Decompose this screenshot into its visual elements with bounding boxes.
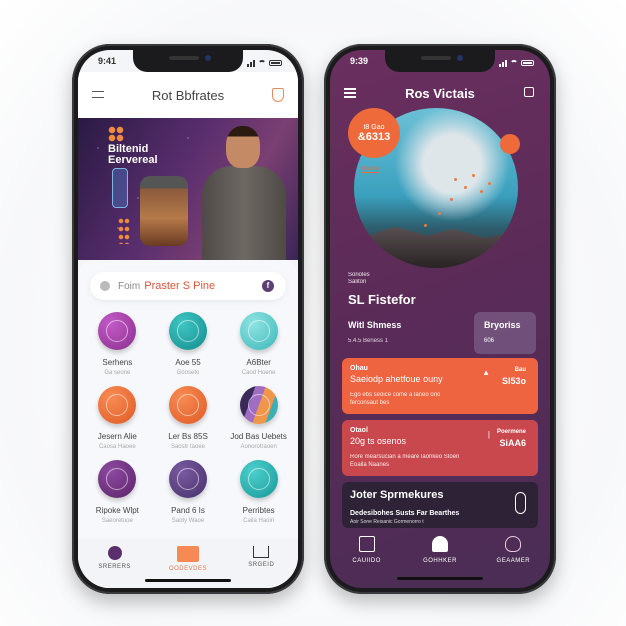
phone-icon [107,546,122,560]
shield-icon[interactable] [272,88,284,102]
arrow-up-icon: ▲ [482,368,490,377]
battery-icon [521,60,534,66]
battery-icon [269,60,282,66]
offer-card[interactable]: Otaol 20g ts osenos Rore mearsucian a me… [342,420,538,476]
hamburger-icon[interactable] [344,88,356,98]
hero-title: Biltenid Eervereal [108,143,158,166]
grid-item[interactable]: Aoe 55 Gooseto [153,312,224,376]
section-title: SL Fistefor [348,292,416,307]
house-icon [431,536,448,552]
page-title: Ros Victais [405,85,475,101]
grid-item[interactable]: Perribtes Caila Haoin [223,460,294,524]
sofa-icon [253,546,270,558]
right-phone: 9:39 Ros Victais Dooraly t8 Gao &6313 So… [324,44,556,594]
jar-image [140,176,188,246]
heart-icon [505,536,522,552]
lock-icon[interactable] [515,492,526,514]
disc-icon [98,312,137,350]
stat-left: Witl Shmess 5.4.5 Beness 1 [348,320,402,344]
search-bar[interactable]: Foim Praster S Pine f [90,272,286,300]
grid-item[interactable]: Pand 6 Is Saoty Waoe [153,460,224,524]
app-header: Rot Bbfrates [78,72,298,118]
disc-icon [239,312,278,350]
bottle-icon [112,168,128,208]
app-header: Ros Victais [330,78,550,108]
wifi-icon [510,60,518,66]
badge-icon [168,312,207,350]
tab-gohhker[interactable]: GOHHKER [410,536,470,588]
logo-dots-icon [108,126,124,142]
signal-icon [247,59,255,67]
search-value[interactable]: Praster S Pine [144,280,215,292]
category-grid: Serhens Ga seone Aoe 55 Gooseto A6Bter Caod… [82,312,294,524]
search-label: Foim [118,280,141,292]
signal-icon [499,59,507,67]
stat-box[interactable]: Bryoriss 606 [474,312,536,354]
person-image [198,122,290,260]
tab-geaamer[interactable]: GEAAMER [483,536,543,588]
stack-icon [239,386,278,424]
google-icon [100,281,110,291]
rings-icon [168,460,207,498]
grid-item[interactable]: Jod Bas Uebets Aonorotraoen [223,386,294,450]
map-globe[interactable]: Dooraly t8 Gao &6313 [348,108,520,268]
tab-srgeid[interactable]: SRGEID [231,546,291,588]
grid-item[interactable]: Ler Bs 85S Saostr taoee [153,386,224,450]
page-title: Rot Bbfrates [151,87,225,103]
status-time: 9:41 [98,56,117,66]
marker-badge[interactable] [500,134,520,154]
camera-icon [358,536,375,552]
price-badge[interactable]: t8 Gao &6313 [348,108,400,158]
bow-icon [168,386,207,424]
grid-item[interactable]: A6Bter Caod Hoene [223,312,294,376]
stats-row: Witl Shmess 5.4.5 Beness 1 Bryoriss 606 [344,312,536,354]
section-caption: Sorioles Saliton SL Fistefor [348,272,416,307]
square-icon [176,546,199,562]
swirl-icon [239,460,278,498]
right-screen: 9:39 Ros Victais Dooraly t8 Gao &6313 So… [330,50,550,588]
hero-banner[interactable]: Biltenid Eervereal [78,118,298,260]
status-bar: 9:41 [78,56,298,70]
grid-item[interactable]: Ripoke Wlpt Saeoretuoe [82,460,153,524]
status-bar: 9:39 [330,56,550,70]
grid-item[interactable]: Serhens Ga seone [82,312,153,376]
facebook-icon[interactable]: f [262,280,274,292]
left-phone: 9:41 Rot Bbfrates Biltenid Eervereal Foi… [72,44,304,594]
home-indicator[interactable] [397,577,483,580]
divider-icon: | [487,430,490,439]
hamburger-icon[interactable] [92,91,104,98]
feature-card[interactable]: Joter Sprmekures Dedesibohes Susts Far B… [342,482,538,528]
map-tag: Dooraly [362,166,380,173]
grid-item[interactable]: Jesern Alie Caosa Haoee [82,386,153,450]
tab-srerers[interactable]: SRERERS [85,546,145,588]
status-time: 9:39 [350,56,369,66]
wifi-icon [258,60,266,66]
ribbon-icon [98,460,137,498]
offer-card[interactable]: Ohau Saeiodp ahetfoue ouny Ego ebs seoic… [342,358,538,414]
square-icon[interactable] [524,87,534,97]
mockup-stage: 9:41 Rot Bbfrates Biltenid Eervereal Foi… [0,0,626,626]
rope-icon [98,386,137,424]
left-screen: 9:41 Rot Bbfrates Biltenid Eervereal Foi… [78,50,298,588]
home-indicator[interactable] [145,579,231,582]
dots-decoration [118,218,130,244]
tab-cauiido[interactable]: CAUIIDO [337,536,397,588]
